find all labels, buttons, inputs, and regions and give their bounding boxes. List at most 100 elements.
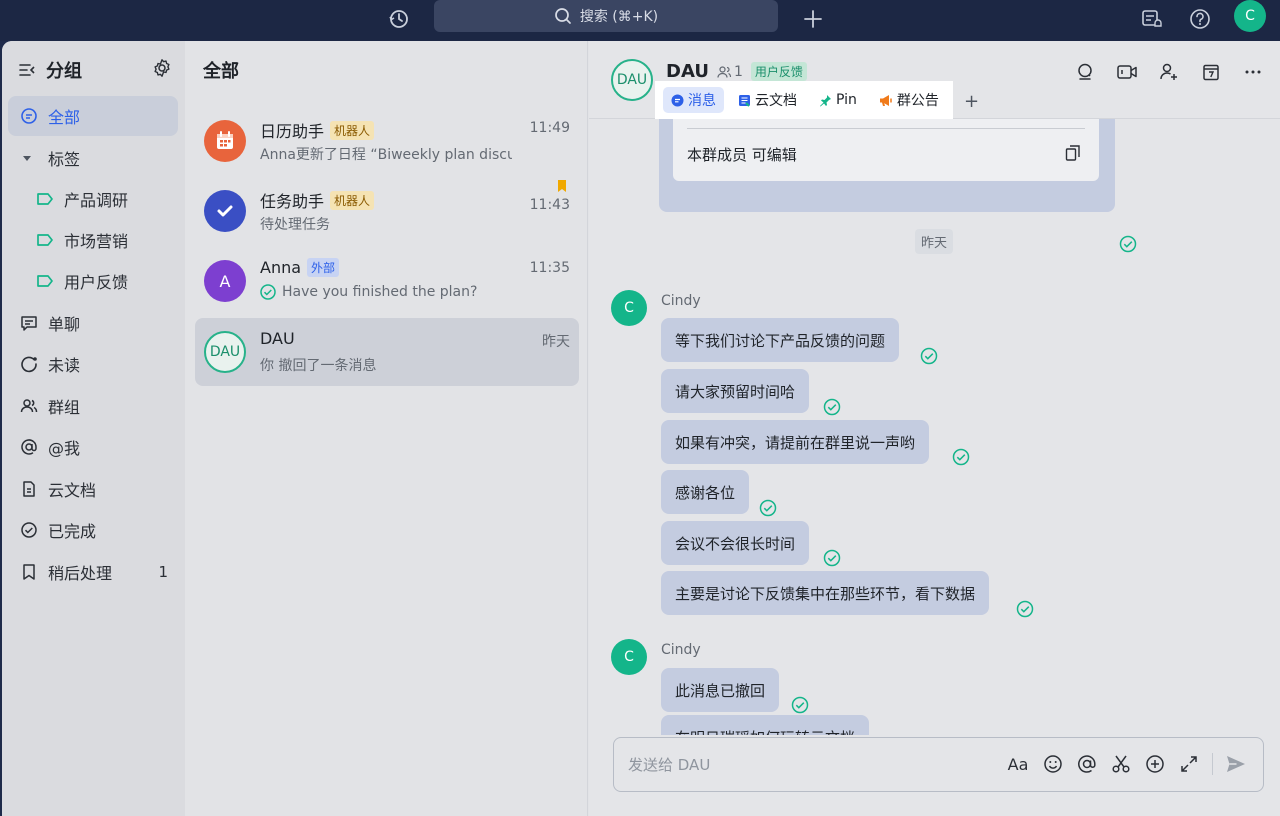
more-button[interactable] [1240,59,1266,85]
chat-item-calendar-assistant[interactable]: 日历助手 机器人 Anna更新了日程 “Biweekly plan discu.… [195,107,579,175]
sidebar-title: 分组 [46,61,82,82]
user-avatar[interactable]: C [1234,0,1266,32]
chat-item-dau[interactable]: DAU DAU 你 撤回了一条消息 昨天 [195,318,579,386]
document-icon [23,481,35,497]
members-icon [717,65,732,78]
chat-preview: Have you finished the plan? [260,284,512,300]
message-bubble[interactable]: 会议不会很长时间 [661,521,810,565]
search-placeholder: 搜索 (⌘+K) [579,9,659,25]
search-chat-button[interactable] [1072,59,1098,85]
sidebar-item-direct[interactable]: 单聊 [8,303,178,343]
flag-bookmark-icon [558,180,566,192]
send-icon [1227,756,1245,772]
sender-name: Cindy [661,293,701,309]
tab-messages[interactable]: 消息 [663,87,724,113]
screenshot-button[interactable] [1110,751,1132,777]
video-call-button[interactable] [1114,59,1140,85]
collapse-menu-icon[interactable] [18,61,36,79]
chat-time: 11:49 [529,120,570,136]
expand-composer-button[interactable] [1178,751,1200,777]
doc-permission-text: 本群成员 可编辑 [687,146,797,164]
sidebar-item-marketing[interactable]: 市场营销 [8,220,178,260]
doc-card[interactable]: 本群成员 可编辑 [659,119,1115,212]
check-circle-icon [21,522,37,538]
plus-icon[interactable] [798,4,828,34]
group-tag[interactable]: 用户反馈 [750,62,807,81]
sidebar-item-label: 标签 [48,150,81,169]
chat-bubble-icon [21,108,37,124]
calendar-button[interactable] [1198,59,1224,85]
chat-name-text: Anna [260,258,302,277]
help-icon[interactable] [1185,4,1215,34]
chat-time: 11:43 [529,197,570,213]
add-attachment-button[interactable] [1144,751,1166,777]
chat-name-text: DAU [260,329,295,348]
sidebar-item-label: 稍后处理 [48,564,113,583]
expand-icon [1181,756,1197,772]
tab-label: 群公告 [896,93,939,109]
at-icon [21,439,37,455]
sidebar-item-later[interactable]: 稍后处理 1 [8,552,178,592]
global-search[interactable]: 搜索 (⌘+K) [434,0,778,32]
tab-docs[interactable]: 云文档 [730,87,805,113]
history-icon[interactable] [384,4,414,34]
tag-icon [37,234,53,246]
chat-item-task-assistant[interactable]: 任务助手 机器人 待处理任务 11:43 [195,177,579,245]
message-list[interactable]: 本群成员 可编辑 昨天 C Cindy 等下我们讨论下产品反馈的问题 请大家预留… [589,119,1280,735]
chat-item-anna[interactable]: A Anna 外部 Have you finished the plan? 11… [195,247,579,315]
sidebar-item-all[interactable]: 全部 [8,96,178,136]
message-bubble[interactable]: 在明日瑞瑶如何玩转云文档 [661,715,870,735]
video-camera-icon [1117,65,1137,79]
add-member-button[interactable] [1156,59,1182,85]
sidebar-item-done[interactable]: 已完成 [8,510,178,550]
notification-settings-icon[interactable] [1136,4,1166,34]
chat-preview-text: Have you finished the plan? [282,284,478,300]
pin-icon [820,94,831,106]
group-avatar[interactable]: DAU [611,59,653,101]
sender-avatar[interactable]: C [611,639,647,675]
sidebar-item-user-feedback[interactable]: 用户反馈 [8,261,178,301]
chat-name-text: 任务助手 [260,192,325,211]
message-input[interactable] [628,752,988,778]
group-name[interactable]: DAU [666,61,709,82]
mention-button[interactable] [1076,751,1098,777]
plus-circle-icon [1146,755,1164,773]
copy-icon[interactable] [1065,144,1081,162]
chat-preview: 待处理任务 [260,217,330,233]
read-check-icon [791,696,809,714]
sidebar-item-label: 群组 [48,398,81,417]
search-chat-icon [1078,63,1092,80]
message-composer: Aa [613,737,1264,792]
sender-name: Cindy [661,642,701,658]
tab-announcement[interactable]: 群公告 [871,87,947,113]
sidebar-item-label: 市场营销 [64,232,129,251]
read-check-icon [759,499,777,517]
member-count[interactable]: 1 [717,64,743,80]
sidebar-item-docs[interactable]: 云文档 [8,469,178,509]
message-bubble[interactable]: 主要是讨论下反馈集中在那些环节，看下数据 [661,571,990,615]
message-bubble[interactable]: 等下我们讨论下产品反馈的问题 [661,318,900,362]
external-tag: 外部 [307,258,340,277]
sender-avatar[interactable]: C [611,290,647,326]
send-button[interactable] [1225,751,1247,777]
sidebar-item-label: 已完成 [48,522,97,541]
sidebar-item-tags[interactable]: 标签 [8,138,178,178]
message-bubble[interactable]: 感谢各位 [661,470,750,514]
caret-down-icon [23,156,31,161]
format-text-button[interactable]: Aa [1006,751,1030,777]
doc-tab-icon [739,94,750,107]
doc-card-body: 本群成员 可编辑 [673,119,1099,181]
recalled-message-bubble[interactable]: 此消息已撤回 [661,668,780,712]
tab-pin[interactable]: Pin [811,87,865,113]
chat-list-panel: 全部 日历助手 机器人 Anna更新了日程 “Biweekly plan dis… [185,41,588,816]
sidebar-item-unread[interactable]: 未读 [8,344,178,384]
gear-icon[interactable] [152,58,172,78]
add-tab-button[interactable]: + [964,91,979,112]
message-bubble[interactable]: 请大家预留时间哈 [661,369,810,413]
sidebar-item-mentions[interactable]: @我 [8,427,178,467]
at-icon [1078,755,1096,773]
emoji-button[interactable] [1042,751,1064,777]
message-bubble[interactable]: 如果有冲突，请提前在群里说一声哟 [661,420,930,464]
sidebar-item-product-research[interactable]: 产品调研 [8,179,178,219]
sidebar-item-groups[interactable]: 群组 [8,386,178,426]
